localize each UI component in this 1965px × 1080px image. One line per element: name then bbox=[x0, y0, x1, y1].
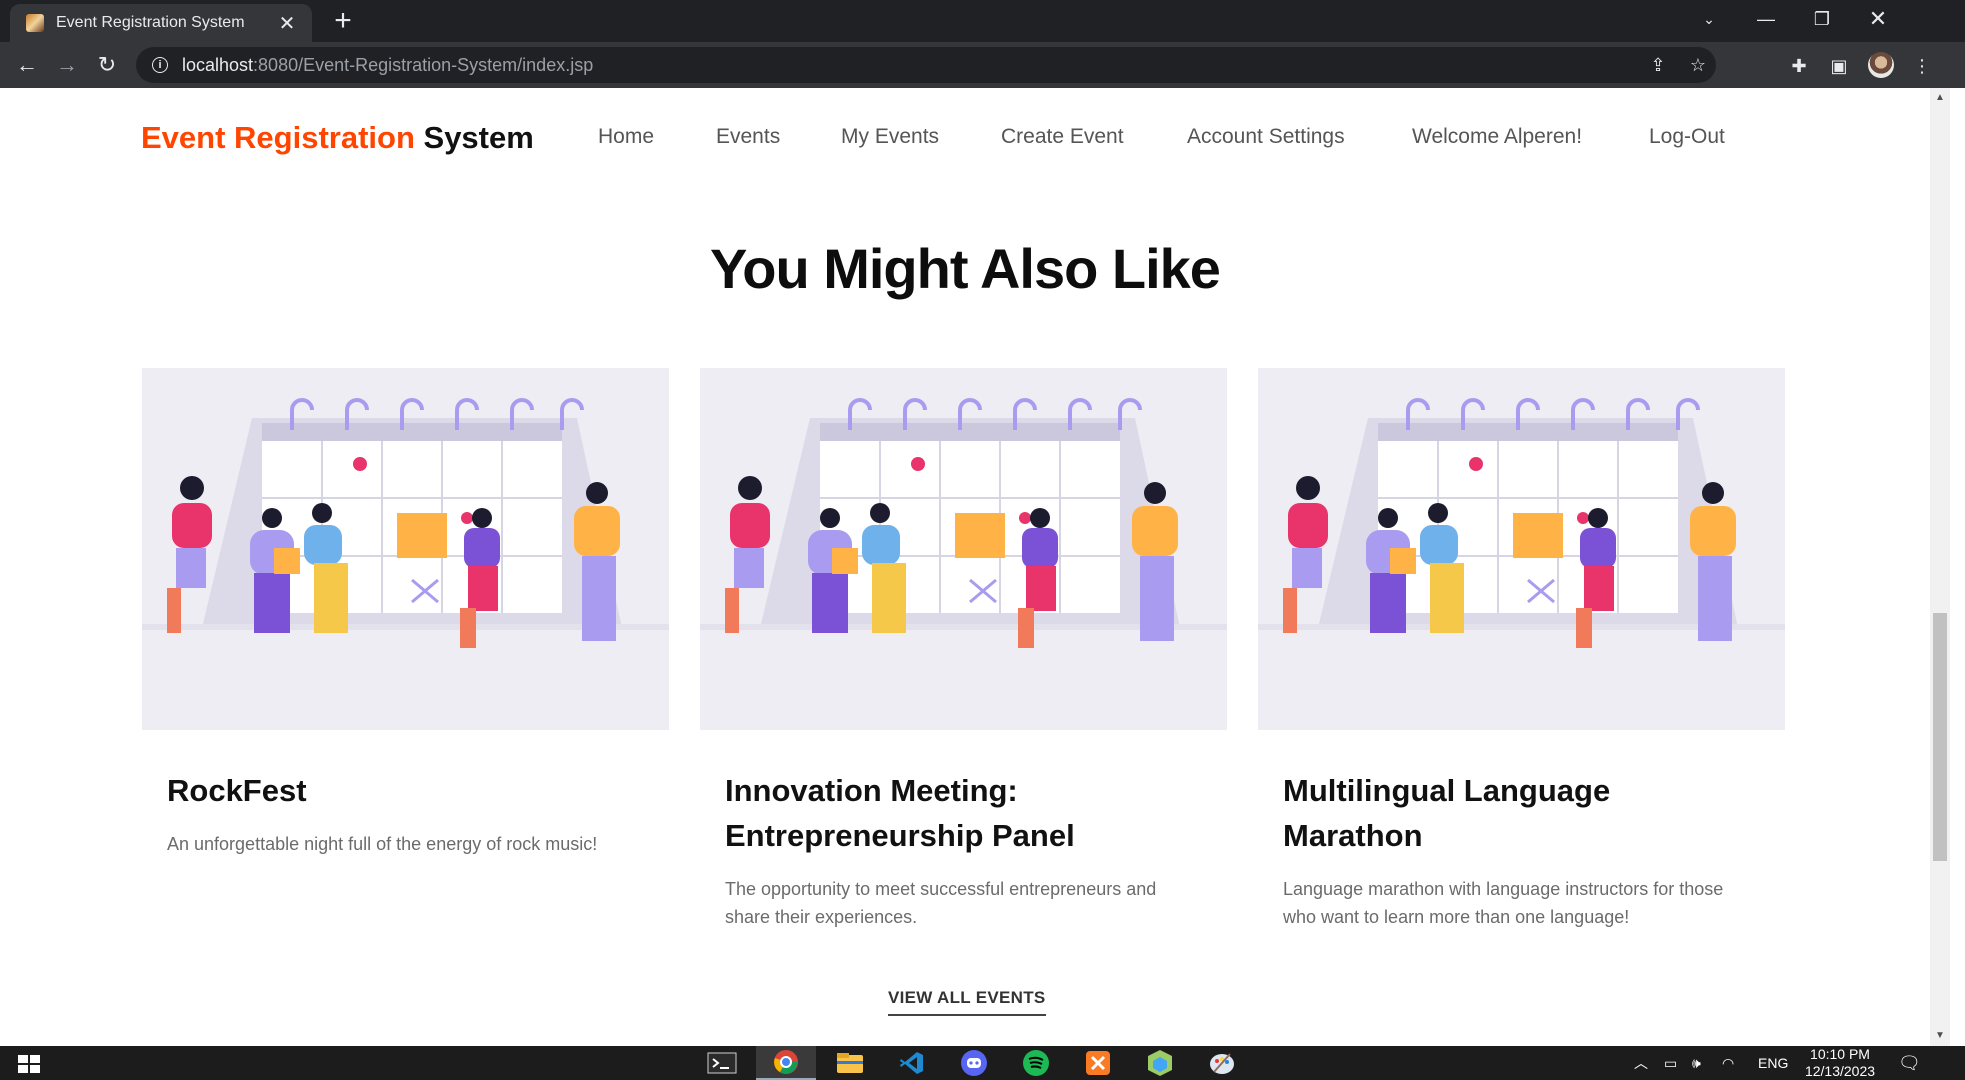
volume-icon[interactable]: 🕪 bbox=[1692, 1046, 1701, 1080]
browser-tab-strip: Event Registration System ✕ + ⌄ — ❐ ✕ bbox=[0, 0, 1965, 42]
new-tab-button[interactable]: + bbox=[326, 4, 360, 38]
paint-icon[interactable] bbox=[1192, 1046, 1252, 1080]
file-explorer-icon[interactable] bbox=[820, 1046, 880, 1080]
nav-account-settings[interactable]: Account Settings bbox=[1187, 125, 1345, 149]
event-description: Language marathon with language instruct… bbox=[1283, 879, 1724, 927]
xampp-icon[interactable] bbox=[1068, 1046, 1128, 1080]
restore-icon[interactable]: ❐ bbox=[1794, 0, 1850, 38]
event-illustration bbox=[700, 368, 1227, 730]
browser-toolbar: ← → ↻ i localhost:8080/Event-Registratio… bbox=[0, 42, 1965, 88]
discord-icon[interactable] bbox=[944, 1046, 1004, 1080]
minimize-icon[interactable]: — bbox=[1738, 0, 1794, 38]
event-card[interactable]: Innovation Meeting: Entrepreneurship Pan… bbox=[700, 368, 1227, 948]
section-title: You Might Also Like bbox=[710, 237, 1221, 300]
menu-kebab-icon[interactable]: ⋮ bbox=[1910, 54, 1934, 78]
browser-tab[interactable]: Event Registration System ✕ bbox=[10, 4, 312, 42]
scroll-up-arrow-icon[interactable]: ▲ bbox=[1930, 88, 1950, 108]
nav-create-event[interactable]: Create Event bbox=[1001, 125, 1124, 149]
nav-events[interactable]: Events bbox=[716, 125, 780, 149]
show-hidden-icons-icon[interactable]: ︿ bbox=[1634, 1046, 1648, 1080]
scroll-thumb[interactable] bbox=[1933, 613, 1947, 861]
event-description: The opportunity to meet successful entre… bbox=[725, 879, 1157, 927]
clock-date: 12/13/2023 bbox=[1804, 1063, 1876, 1079]
extensions-puzzle-icon[interactable]: ✚ bbox=[1787, 54, 1811, 78]
nav-welcome-user[interactable]: Welcome Alperen! bbox=[1412, 125, 1582, 149]
event-title[interactable]: Innovation Meeting: Entrepreneurship Pan… bbox=[725, 768, 1195, 858]
profile-avatar[interactable] bbox=[1868, 52, 1894, 78]
bookmark-star-icon[interactable]: ☆ bbox=[1686, 53, 1710, 77]
forward-icon[interactable]: → bbox=[50, 48, 84, 82]
scroll-down-arrow-icon[interactable]: ▼ bbox=[1930, 1026, 1950, 1046]
event-description: An unforgettable night full of the energ… bbox=[167, 834, 598, 854]
nav-my-events[interactable]: My Events bbox=[841, 125, 939, 149]
terminal-icon[interactable] bbox=[692, 1046, 752, 1080]
view-all-events-link[interactable]: VIEW ALL EVENTS bbox=[888, 988, 1046, 1016]
nav-logout[interactable]: Log-Out bbox=[1649, 125, 1725, 149]
site-logo[interactable]: Event Registration System bbox=[141, 120, 534, 156]
web-page: Event Registration System Home Events My… bbox=[0, 88, 1930, 1046]
page-scrollbar[interactable]: ▲ ▼ bbox=[1930, 88, 1950, 1046]
window-edge bbox=[1950, 88, 1965, 1046]
back-icon[interactable]: ← bbox=[10, 48, 44, 82]
nav-home[interactable]: Home bbox=[598, 125, 654, 149]
event-illustration bbox=[1258, 368, 1785, 730]
spotify-icon[interactable] bbox=[1006, 1046, 1066, 1080]
taskbar-clock[interactable]: 10:10 PM 12/13/2023 bbox=[1795, 1046, 1885, 1080]
notifications-icon[interactable]: 🗨 bbox=[1898, 1046, 1921, 1080]
reload-icon[interactable]: ↻ bbox=[90, 48, 124, 82]
clock-time: 10:10 PM bbox=[1810, 1046, 1870, 1062]
vscode-icon[interactable] bbox=[882, 1046, 942, 1080]
language-indicator[interactable]: ENG bbox=[1758, 1046, 1788, 1080]
close-tab-icon[interactable]: ✕ bbox=[276, 11, 298, 36]
side-panel-icon[interactable]: ▣ bbox=[1827, 54, 1851, 78]
chrome-icon[interactable] bbox=[756, 1046, 816, 1080]
app-cube-icon[interactable] bbox=[1130, 1046, 1190, 1080]
event-illustration bbox=[142, 368, 669, 730]
tab-search-icon[interactable]: ⌄ bbox=[1681, 0, 1737, 38]
tab-title: Event Registration System bbox=[56, 14, 245, 31]
site-info-icon[interactable]: i bbox=[152, 57, 168, 73]
tab-favicon-icon bbox=[26, 14, 44, 32]
wifi-icon[interactable]: ◠ bbox=[1722, 1046, 1734, 1080]
windows-start-icon[interactable] bbox=[18, 1055, 40, 1073]
address-bar[interactable]: i localhost:8080/Event-Registration-Syst… bbox=[136, 47, 1716, 83]
windows-taskbar: ︿ ▭ 🕪 ◠ ENG 10:10 PM 12/13/2023 🗨 bbox=[0, 1046, 1965, 1080]
event-card[interactable]: Multilingual Language Marathon Language … bbox=[1258, 368, 1785, 948]
event-title[interactable]: RockFest bbox=[167, 768, 637, 813]
url-text: localhost:8080/Event-Registration-System… bbox=[182, 54, 594, 75]
event-title[interactable]: Multilingual Language Marathon bbox=[1283, 768, 1753, 858]
share-icon[interactable]: ⇪ bbox=[1646, 53, 1670, 77]
event-card[interactable]: RockFest An unforgettable night full of … bbox=[142, 368, 669, 948]
close-window-icon[interactable]: ✕ bbox=[1850, 0, 1906, 38]
battery-icon[interactable]: ▭ bbox=[1664, 1046, 1677, 1080]
